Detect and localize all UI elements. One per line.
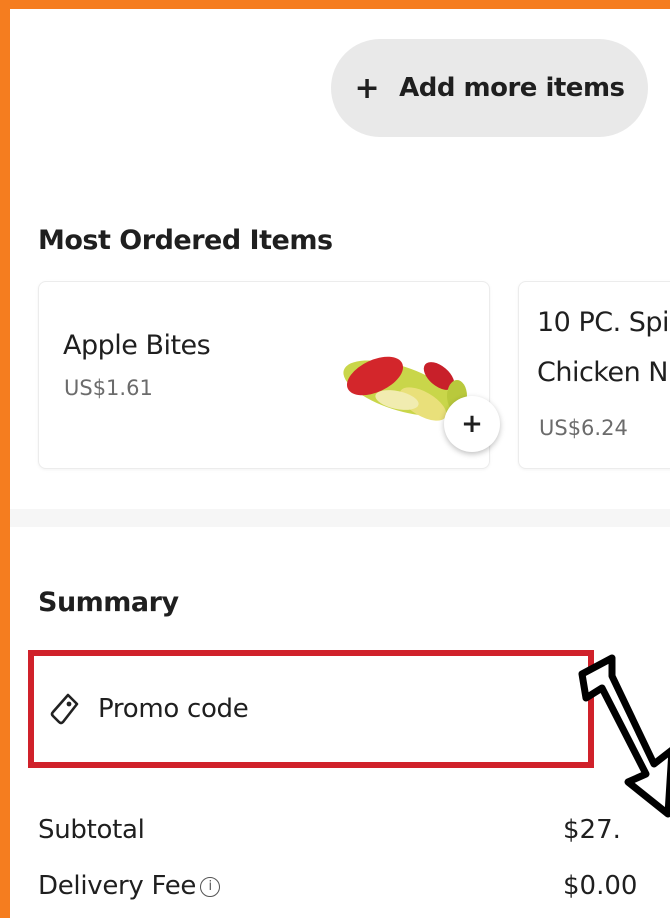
add-item-button[interactable]: + xyxy=(444,396,500,452)
resize-cursor-icon xyxy=(578,654,670,818)
summary-title: Summary xyxy=(38,587,179,618)
item-name: Apple Bites xyxy=(63,330,211,361)
add-more-items-label: Add more items xyxy=(399,73,625,103)
info-icon[interactable]: i xyxy=(200,876,221,897)
add-more-items-button[interactable]: + Add more items xyxy=(331,39,648,137)
plus-icon: + xyxy=(461,409,483,439)
tag-icon xyxy=(50,693,79,725)
promo-code-button[interactable]: Promo code xyxy=(28,650,594,768)
checkout-panel: + Add more items Most Ordered Items Appl… xyxy=(10,9,670,918)
plus-icon: + xyxy=(354,70,380,106)
item-name-line-2: Chicken N xyxy=(537,357,669,388)
item-price: US$6.24 xyxy=(539,416,628,440)
item-price: US$1.61 xyxy=(64,376,153,400)
section-divider xyxy=(10,509,670,527)
most-ordered-card-chicken-nuggets[interactable]: 10 PC. Spi Chicken N US$6.24 xyxy=(518,281,670,469)
promo-code-label: Promo code xyxy=(98,694,249,724)
delivery-fee-value: $0.00 xyxy=(563,871,638,901)
subtotal-label: Subtotal xyxy=(38,815,145,845)
item-name: 10 PC. Spi Chicken N xyxy=(537,298,670,398)
item-name-line-1: 10 PC. Spi xyxy=(537,307,670,338)
delivery-fee-row: Delivery Fee i xyxy=(38,871,221,901)
most-ordered-title: Most Ordered Items xyxy=(38,225,333,256)
delivery-fee-label: Delivery Fee xyxy=(38,871,197,901)
most-ordered-card-apple-bites[interactable]: Apple Bites US$1.61 + xyxy=(38,281,500,469)
